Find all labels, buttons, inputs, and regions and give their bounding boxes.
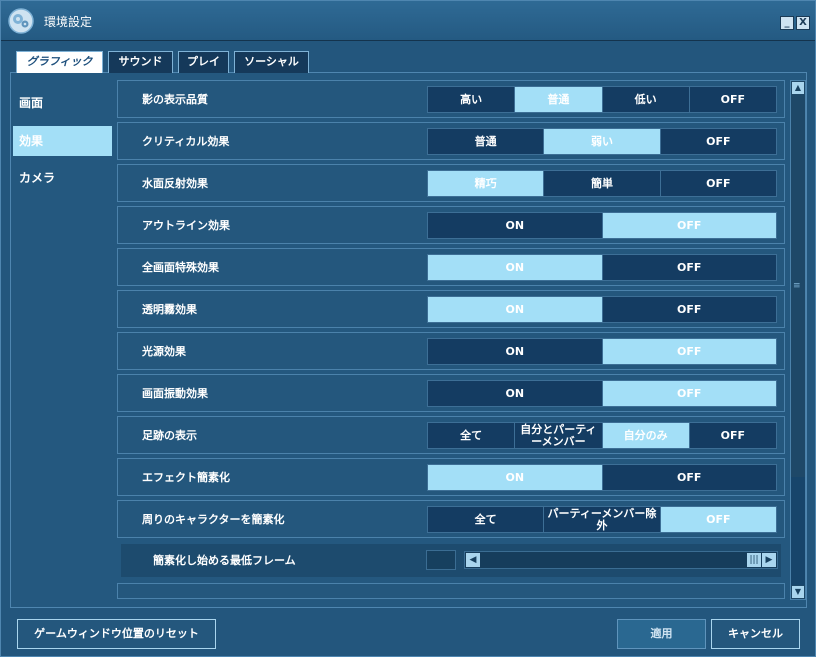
settings-row-empty	[117, 583, 785, 599]
setting-label: 足跡の表示	[142, 429, 197, 442]
option-button[interactable]: ON	[428, 213, 603, 238]
option-button[interactable]: OFF	[602, 255, 776, 280]
option-button[interactable]: 自分とパーティーメンバー	[515, 423, 603, 448]
option-selector: ON OFF	[427, 380, 777, 407]
option-selector: ON OFF	[427, 338, 777, 365]
min-frame-slider[interactable]: ◀ ||| ▶	[464, 551, 778, 569]
settings-row: クリティカル効果 普通 弱い OFF	[117, 122, 785, 160]
settings-row: 周りのキャラクターを簡素化 全て パーティーメンバー除外 OFF	[117, 500, 785, 538]
setting-label: 光源効果	[142, 345, 186, 358]
settings-row: 足跡の表示 全て 自分とパーティーメンバー 自分のみ OFF	[117, 416, 785, 454]
setting-label: 全画面特殊効果	[142, 261, 219, 274]
arrow-left-icon[interactable]: ◀	[466, 553, 480, 567]
arrow-down-icon[interactable]: ▼	[792, 586, 804, 598]
arrow-right-icon[interactable]: ▶	[762, 553, 776, 567]
settings-row: 光源効果 ON OFF	[117, 332, 785, 370]
option-button[interactable]: ON	[428, 297, 603, 322]
tab-play[interactable]: プレイ	[178, 51, 229, 73]
settings-row: 透明霧効果 ON OFF	[117, 290, 785, 328]
vertical-scrollbar[interactable]: ▲ ≡ ▼	[790, 80, 806, 600]
option-button[interactable]: 精巧	[428, 171, 545, 196]
window-title: 環境設定	[44, 15, 93, 29]
option-button[interactable]: 全て	[428, 507, 545, 532]
min-frame-subsetting: 簡素化し始める最低フレーム ◀ ||| ▶	[121, 544, 781, 577]
gear-cluster-icon	[8, 8, 34, 34]
option-button[interactable]: 全て	[428, 423, 516, 448]
option-button[interactable]: 自分のみ	[602, 423, 690, 448]
setting-label: 透明霧効果	[142, 303, 197, 316]
setting-label: 影の表示品質	[142, 93, 208, 106]
option-selector: 精巧 簡単 OFF	[427, 170, 777, 197]
option-selector: 高い 普通 低い OFF	[427, 86, 777, 113]
option-button[interactable]: パーティーメンバー除外	[544, 507, 661, 532]
reset-window-position-button[interactable]: ゲームウィンドウ位置のリセット	[17, 619, 216, 649]
option-selector: ON OFF	[427, 254, 777, 281]
settings-row: アウトライン効果 ON OFF	[117, 206, 785, 244]
settings-row: エフェクト簡素化 ON OFF	[117, 458, 785, 496]
close-button[interactable]: X	[796, 16, 810, 30]
option-button[interactable]: 簡単	[544, 171, 661, 196]
title-bar[interactable]: 環境設定 _ X	[1, 1, 815, 41]
settings-row: 水面反射効果 精巧 簡単 OFF	[117, 164, 785, 202]
option-button[interactable]: 普通	[428, 129, 545, 154]
setting-label: クリティカル効果	[142, 135, 230, 148]
option-button[interactable]: 低い	[602, 87, 690, 112]
settings-row: 影の表示品質 高い 普通 低い OFF	[117, 80, 785, 118]
tab-sound[interactable]: サウンド	[108, 51, 173, 73]
setting-label: 周りのキャラクターを簡素化	[142, 513, 285, 526]
settings-window: 環境設定 _ X グラフィック サウンド プレイ ソーシャル 画面 効果 カメラ…	[0, 0, 816, 657]
min-frame-label: 簡素化し始める最低フレーム	[153, 554, 296, 567]
sidebar-item-camera[interactable]: カメラ	[13, 163, 112, 193]
option-selector: 全て パーティーメンバー除外 OFF	[427, 506, 777, 533]
option-button[interactable]: ON	[428, 255, 603, 280]
option-button[interactable]: OFF	[660, 129, 776, 154]
minimize-button[interactable]: _	[780, 16, 794, 30]
scrollbar-track-lower[interactable]	[791, 477, 805, 585]
arrow-up-icon[interactable]: ▲	[792, 82, 804, 94]
option-button[interactable]: 弱い	[544, 129, 661, 154]
sidebar-item-screen[interactable]: 画面	[13, 88, 112, 118]
option-button[interactable]: ON	[428, 465, 603, 490]
settings-panel: 周りのキャラクターを簡素化 全て パーティーメンバー除外 OFF エフェクト簡素化 ON O…	[117, 80, 785, 600]
option-button[interactable]: OFF	[602, 297, 776, 322]
option-selector: ON OFF	[427, 212, 777, 239]
option-button[interactable]: OFF	[602, 465, 776, 490]
option-button[interactable]: 高い	[428, 87, 516, 112]
apply-button[interactable]: 適用	[617, 619, 706, 649]
tab-graphics[interactable]: グラフィック	[16, 51, 103, 73]
option-selector: 普通 弱い OFF	[427, 128, 777, 155]
option-button[interactable]: ON	[428, 381, 603, 406]
tab-social[interactable]: ソーシャル	[234, 51, 309, 73]
sidebar-item-effects[interactable]: 効果	[13, 126, 112, 156]
option-button[interactable]: OFF	[660, 171, 776, 196]
setting-label: 水面反射効果	[142, 177, 208, 190]
scroll-grip-icon: ≡	[793, 281, 801, 291]
option-button[interactable]: OFF	[602, 339, 776, 364]
min-frame-value-box	[426, 550, 456, 570]
settings-row: 画面振動効果 ON OFF	[117, 374, 785, 412]
option-button[interactable]: OFF	[689, 423, 776, 448]
cancel-button[interactable]: キャンセル	[711, 619, 800, 649]
settings-row: 全画面特殊効果 ON OFF	[117, 248, 785, 286]
setting-label: エフェクト簡素化	[142, 471, 230, 484]
option-selector: 全て 自分とパーティーメンバー 自分のみ OFF	[427, 422, 777, 449]
option-button[interactable]: ON	[428, 339, 603, 364]
setting-label: アウトライン効果	[142, 219, 230, 232]
option-button[interactable]: OFF	[602, 381, 776, 406]
option-selector: ON OFF	[427, 296, 777, 323]
option-button[interactable]: 普通	[515, 87, 603, 112]
option-button[interactable]: OFF	[660, 507, 776, 532]
option-button[interactable]: OFF	[689, 87, 776, 112]
option-button[interactable]: OFF	[602, 213, 776, 238]
slider-thumb[interactable]: |||	[747, 553, 761, 567]
setting-label: 画面振動効果	[142, 387, 208, 400]
option-selector: ON OFF	[427, 464, 777, 491]
